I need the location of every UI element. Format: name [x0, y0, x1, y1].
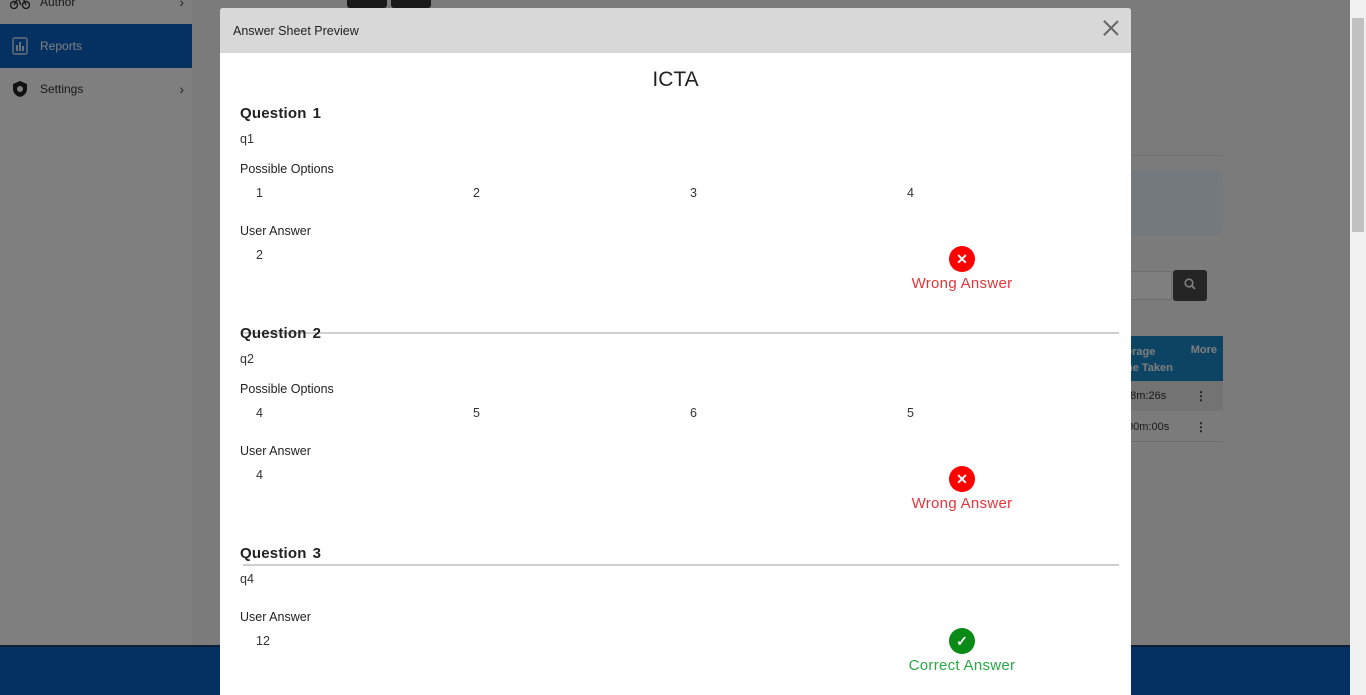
scrollbar-thumb[interactable] [1352, 18, 1364, 232]
option-item: 6 [690, 406, 697, 420]
option-item: 5 [473, 406, 480, 420]
user-answer-label: User Answer [240, 444, 311, 458]
question-text: q1 [240, 132, 254, 146]
verdict-correct: ✓ Correct Answer [892, 628, 1032, 674]
verdict-text: Wrong Answer [911, 495, 1013, 512]
question-heading: Question 3 [240, 545, 1111, 562]
option-item: 5 [907, 406, 914, 420]
question-number: 2 [312, 325, 322, 342]
sheet-title: ICTA [652, 68, 699, 91]
verdict-text: Correct Answer [908, 657, 1016, 674]
modal-body: ICTA Question 1 q1 Possible Options 1 2 3… [220, 68, 1131, 674]
question-heading: Question 1 [240, 105, 1111, 122]
question-number: 3 [312, 545, 322, 562]
user-answer-label: User Answer [240, 610, 311, 624]
verdict-wrong: ✕ Wrong Answer [892, 246, 1032, 292]
question-label: Question [240, 545, 307, 562]
option-item: 4 [907, 186, 914, 200]
answer-sheet-modal: Answer Sheet Preview ICTA Question 1 q1 P… [220, 8, 1131, 695]
option-item: 4 [256, 406, 263, 420]
question-heading: Question 2 [240, 325, 1111, 342]
question-block: Question 2 q2 Possible Options 4 5 6 5 Us… [240, 325, 1111, 512]
question-block: Question 3 q4 User Answer 12 ✓ Correct An… [240, 545, 1111, 674]
question-label: Question [240, 325, 307, 342]
x-circle-icon: ✕ [949, 246, 975, 272]
question-number: 1 [312, 105, 322, 122]
option-item: 1 [256, 186, 263, 200]
options-list: 4 5 6 5 [240, 406, 1111, 420]
modal-title: Answer Sheet Preview [233, 23, 359, 38]
question-text: q2 [240, 352, 254, 366]
user-answer-label: User Answer [240, 224, 311, 238]
question-block: Question 1 q1 Possible Options 1 2 3 4 Us… [240, 105, 1111, 292]
check-circle-icon: ✓ [949, 628, 975, 654]
question-label: Question [240, 105, 307, 122]
question-text: q4 [240, 572, 254, 586]
x-circle-icon: ✕ [949, 466, 975, 492]
verdict-wrong: ✕ Wrong Answer [892, 466, 1032, 512]
close-icon[interactable] [1101, 18, 1121, 38]
options-list: 1 2 3 4 [240, 186, 1111, 200]
possible-options-label: Possible Options [240, 382, 334, 396]
possible-options-label: Possible Options [240, 162, 334, 176]
verdict-text: Wrong Answer [911, 275, 1013, 292]
option-item: 3 [690, 186, 697, 200]
option-item: 2 [473, 186, 480, 200]
modal-header: Answer Sheet Preview [220, 8, 1131, 53]
